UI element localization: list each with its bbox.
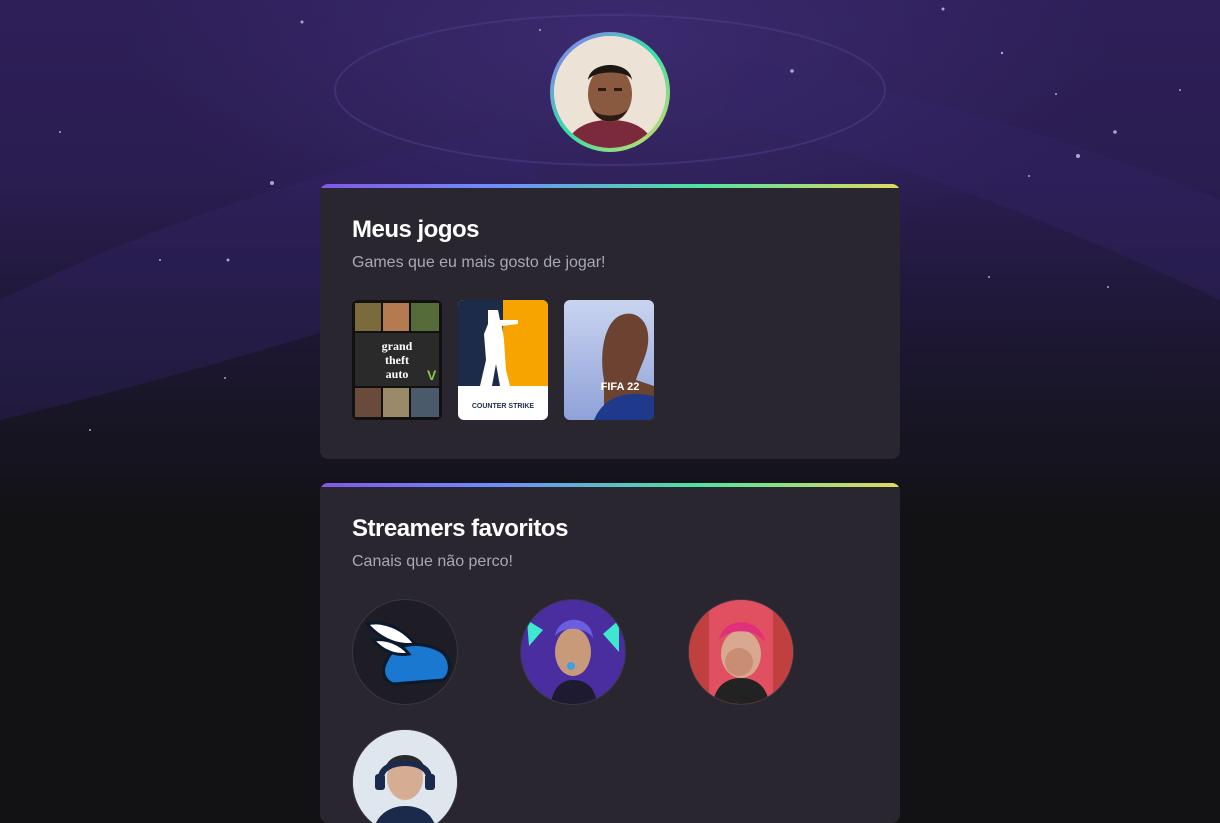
games-title: Meus jogos <box>352 216 480 243</box>
streamer-avatar-4[interactable] <box>352 729 458 823</box>
streamers-subtitle: Canais que não perco! <box>352 553 513 570</box>
streamer-avatar-2[interactable] <box>520 599 626 705</box>
profile-avatar <box>554 36 666 148</box>
streamers-card: Streamers favoritos Canais que não perco… <box>320 483 900 823</box>
svg-text:COUNTER STRIKE: COUNTER STRIKE <box>472 403 535 410</box>
streamer-avatar-3[interactable] <box>688 599 794 705</box>
game-cover-gta[interactable]: grand theft auto V <box>352 300 442 420</box>
profile-avatar-ring <box>550 32 670 152</box>
streamer-avatar-1[interactable] <box>352 599 458 705</box>
game-cover-fifa22[interactable]: FIFA 22 <box>564 300 654 420</box>
games-subtitle: Games que eu mais gosto de jogar! <box>352 254 606 271</box>
games-card: Meus jogos Games que eu mais gosto de jo… <box>320 184 900 459</box>
streamers-title: Streamers favoritos <box>352 515 568 542</box>
svg-text:auto: auto <box>386 367 409 381</box>
svg-text:grand: grand <box>382 339 413 353</box>
game-cover-counter-strike[interactable]: COUNTER STRIKE <box>458 300 548 420</box>
svg-text:theft: theft <box>385 353 409 367</box>
svg-text:FIFA 22: FIFA 22 <box>601 381 640 393</box>
svg-text:V: V <box>427 367 437 383</box>
